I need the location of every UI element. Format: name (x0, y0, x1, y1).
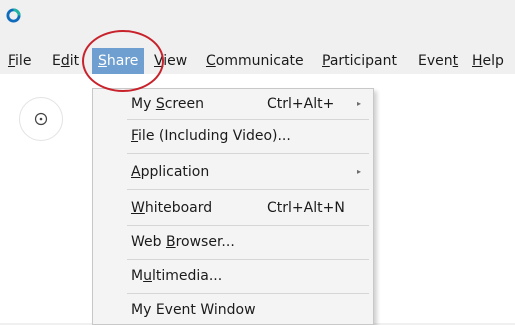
menu-item-label: Whiteboard (131, 200, 213, 216)
menu-separator (127, 189, 369, 190)
menu-separator (127, 225, 369, 226)
menu-item-whiteboard[interactable]: Whiteboard Ctrl+Alt+N (93, 195, 373, 221)
menu-edit[interactable]: Edit (52, 51, 79, 71)
menu-item-my-screen[interactable]: My Screen Ctrl+Alt+ ▸ (93, 91, 373, 117)
menu-separator (127, 259, 369, 260)
menu-communicate[interactable]: Communicate (206, 51, 304, 71)
menu-item-label: My Screen (131, 96, 204, 112)
menu-item-label: Web Browser... (131, 234, 235, 250)
menu-item-multimedia[interactable]: Multimedia... (93, 263, 373, 289)
menu-view[interactable]: View (154, 51, 187, 71)
menu-item-shortcut: Ctrl+Alt+N (267, 200, 345, 216)
menu-separator (127, 153, 369, 154)
menu-file[interactable]: File (8, 51, 31, 71)
submenu-arrow-icon: ▸ (357, 99, 362, 108)
menu-event[interactable]: Event (418, 51, 458, 71)
menu-item-shortcut: Ctrl+Alt+ (267, 96, 335, 112)
menu-item-label: File (Including Video)... (131, 128, 291, 144)
menu-separator (127, 119, 369, 120)
menu-item-my-event-window[interactable]: My Event Window (93, 297, 373, 323)
menu-separator (127, 293, 369, 294)
submenu-arrow-icon: ▸ (357, 167, 362, 176)
menu-item-application[interactable]: Application ▸ (93, 159, 373, 185)
menu-help[interactable]: Help (472, 51, 504, 71)
info-button[interactable] (19, 97, 63, 141)
menu-share[interactable]: Share (92, 48, 145, 74)
info-circle-icon (34, 112, 48, 126)
menu-item-label: Application (131, 164, 210, 180)
menu-item-label: Multimedia... (131, 268, 223, 284)
app-logo-icon (6, 8, 21, 23)
menu-participant[interactable]: Participant (322, 51, 397, 71)
menu-item-label: My Event Window (131, 302, 256, 318)
share-dropdown-menu: My Screen Ctrl+Alt+ ▸ File (Including Vi… (92, 88, 374, 325)
menu-item-web-browser[interactable]: Web Browser... (93, 229, 373, 255)
menu-item-file-including-video[interactable]: File (Including Video)... (93, 123, 373, 149)
menu-bar: File Edit Share View Communicate Partici… (0, 48, 515, 74)
